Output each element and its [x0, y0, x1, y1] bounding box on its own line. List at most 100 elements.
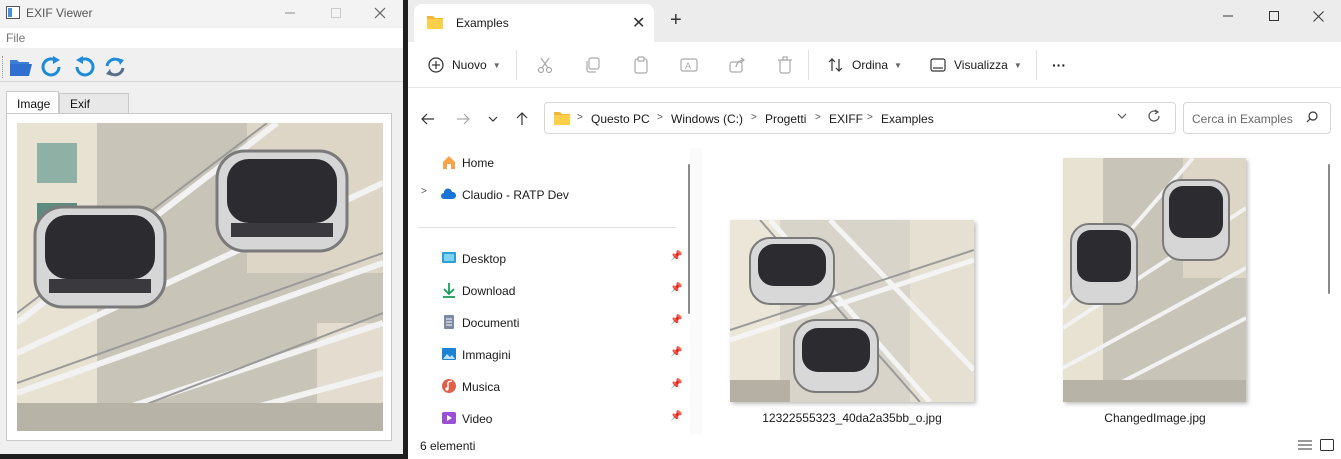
rename-icon: A — [680, 58, 698, 72]
breadcrumb-exiff[interactable]: EXIFF — [829, 112, 863, 126]
status-bar: 6 elementi — [408, 434, 1341, 459]
tab-image[interactable]: Image — [6, 91, 59, 114]
sidebar-item-desktop[interactable]: Desktop 📌 — [408, 244, 690, 272]
details-view-icon[interactable] — [1298, 439, 1312, 454]
large-icons-view-icon[interactable] — [1320, 439, 1334, 454]
desktop-icon — [442, 252, 456, 263]
sidebar-item-video[interactable]: Video 📌 — [408, 404, 690, 432]
sidebar-item-documenti[interactable]: Documenti 📌 — [408, 308, 690, 336]
sidebar-item-immagini[interactable]: Immagini 📌 — [408, 340, 690, 368]
tab-label: Examples — [456, 16, 509, 30]
paste-button[interactable] — [630, 54, 652, 76]
tab-exif-infos[interactable]: Exif Infos — [59, 93, 129, 125]
pin-icon: 📌 — [670, 411, 683, 422]
music-icon — [442, 379, 456, 393]
tab-close-icon[interactable]: ✕ — [632, 13, 645, 33]
share-button[interactable] — [726, 54, 748, 76]
file-name[interactable]: ChangedImage.jpg — [1045, 411, 1265, 425]
content-scrollbar[interactable] — [1328, 164, 1330, 294]
file-thumbnail[interactable] — [1063, 158, 1246, 402]
command-bar: Nuovo ▼ A Ordina ▼ Visualizza ▼ ··· — [408, 42, 1341, 88]
sidebar-item-label: Home — [462, 156, 495, 170]
refresh-icon[interactable] — [1147, 109, 1161, 126]
breadcrumb-examples[interactable]: Examples — [881, 112, 934, 126]
file-name[interactable]: 12322555323_40da2a35bb_o.jpg — [712, 411, 992, 425]
rotate-clockwise-button[interactable] — [39, 54, 65, 80]
chevron-right-icon[interactable]: > — [867, 112, 873, 123]
sidebar-item-musica[interactable]: Musica 📌 — [408, 372, 690, 400]
open-button[interactable] — [8, 54, 34, 80]
view-button[interactable]: Visualizza ▼ — [930, 53, 1022, 77]
close-button[interactable] — [357, 0, 403, 26]
file-explorer-window: Examples ✕ + Nuovo ▼ A Ordina ▼ Visualiz… — [408, 0, 1341, 459]
chevron-down-icon: ▼ — [894, 60, 902, 70]
sidebar-divider — [418, 227, 676, 228]
arrow-left-icon — [421, 113, 434, 125]
sidebar-item-label: Claudio - RATP Dev — [462, 188, 569, 202]
arrow-up-icon — [516, 112, 528, 125]
recent-locations-button[interactable] — [482, 108, 504, 130]
sidebar-item-home[interactable]: Home — [408, 148, 690, 176]
address-history-dropdown-icon[interactable] — [1117, 111, 1127, 124]
up-button[interactable] — [511, 108, 533, 130]
rename-button[interactable]: A — [678, 54, 700, 76]
maximize-button[interactable] — [313, 0, 359, 26]
forward-button[interactable] — [452, 108, 474, 130]
folder-icon — [427, 16, 443, 29]
chevron-right-icon[interactable]: > — [815, 112, 821, 123]
search-box[interactable]: Cerca in Examples — [1183, 102, 1331, 134]
chevron-right-icon[interactable]: > — [657, 112, 663, 123]
explorer-minimize-button[interactable] — [1208, 4, 1248, 28]
onedrive-cloud-icon — [441, 188, 457, 199]
sidebar-item-label: Immagini — [462, 348, 511, 362]
refresh-icon — [105, 57, 125, 77]
breadcrumb-questo-pc[interactable]: Questo PC — [591, 112, 650, 126]
view-icon — [930, 58, 946, 72]
new-tab-icon[interactable]: + — [670, 9, 682, 32]
video-icon — [442, 412, 456, 424]
menu-file[interactable]: File — [6, 31, 25, 45]
breadcrumb-progetti[interactable]: Progetti — [765, 112, 806, 126]
close-icon — [374, 7, 386, 19]
chevron-right-icon: > — [577, 112, 583, 123]
chevron-right-icon[interactable]: > — [751, 112, 757, 123]
sort-button[interactable]: Ordina ▼ — [828, 53, 902, 77]
more-options-button[interactable]: ··· — [1052, 53, 1066, 77]
rotate-counterclockwise-button[interactable] — [71, 54, 97, 80]
new-button[interactable]: Nuovo ▼ — [428, 53, 501, 77]
tab-examples[interactable]: Examples ✕ — [414, 4, 654, 42]
sidebar-item-label: Video — [462, 412, 493, 426]
minimize-button[interactable] — [267, 0, 313, 26]
file-list-pane: 12322555323_40da2a35bb_o.jpg ChangedImag… — [702, 148, 1341, 434]
exif-title-bar: EXIF Viewer — [0, 0, 403, 26]
file-thumbnail[interactable] — [730, 220, 974, 402]
address-bar[interactable]: > Questo PC > Windows (C:) > Progetti > … — [544, 102, 1176, 134]
sidebar-item-label: Download — [462, 284, 516, 298]
download-icon — [443, 283, 455, 298]
chevron-right-icon[interactable]: > — [421, 186, 427, 197]
sidebar-scrollbar[interactable] — [688, 164, 690, 314]
navigation-bar: > Questo PC > Windows (C:) > Progetti > … — [408, 88, 1341, 148]
sort-icon — [828, 58, 843, 72]
sidebar-item-download[interactable]: Download 📌 — [408, 276, 690, 304]
pin-icon: 📌 — [670, 347, 683, 358]
exif-window-title: EXIF Viewer — [26, 6, 93, 20]
copy-button[interactable] — [582, 54, 604, 76]
explorer-close-button[interactable] — [1298, 4, 1338, 28]
sidebar-item-onedrive[interactable]: > Claudio - RATP Dev — [408, 180, 690, 208]
delete-button[interactable] — [774, 54, 796, 76]
refresh-button[interactable] — [102, 54, 128, 80]
image-panel — [6, 113, 392, 441]
exif-viewer-window: EXIF Viewer File Image Exif — [0, 0, 403, 454]
cut-button[interactable] — [534, 54, 556, 76]
breadcrumb-windows-c[interactable]: Windows (C:) — [671, 112, 743, 126]
share-icon — [729, 57, 745, 73]
plus-circle-icon — [428, 57, 444, 73]
pin-icon: 📌 — [670, 283, 683, 294]
explorer-maximize-button[interactable] — [1254, 4, 1294, 28]
pictures-icon — [442, 348, 456, 360]
back-button[interactable] — [417, 108, 439, 130]
sort-label: Ordina — [852, 58, 889, 72]
toolbar-grip[interactable] — [2, 56, 4, 78]
divider — [516, 50, 517, 80]
